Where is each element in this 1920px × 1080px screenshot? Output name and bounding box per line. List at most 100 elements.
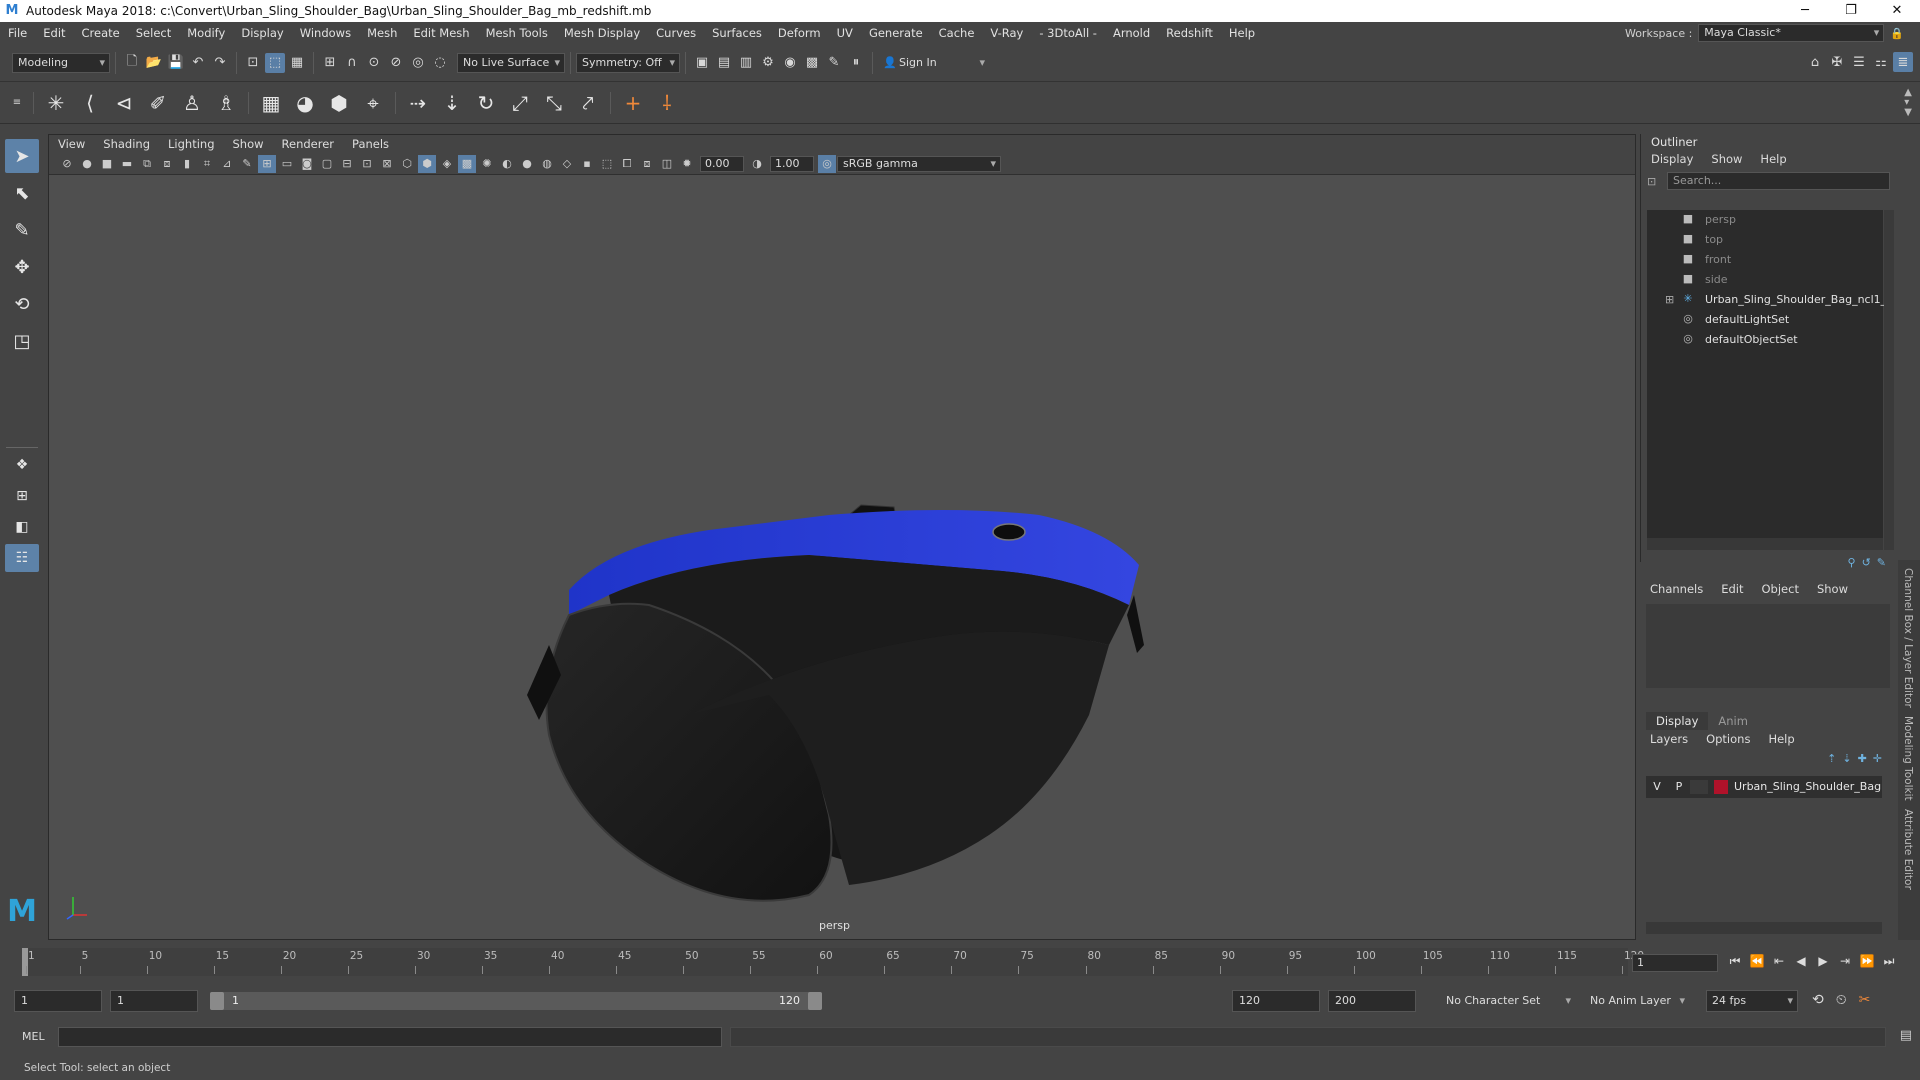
viewport-menu-panels[interactable]: Panels: [343, 135, 398, 153]
four-view-icon[interactable]: ⊞: [5, 482, 39, 510]
gamma-toggle-icon[interactable]: ◫: [658, 155, 676, 173]
step-forward-frame-icon[interactable]: ⇥: [1834, 954, 1856, 969]
menu-select[interactable]: Select: [128, 22, 179, 44]
sign-in-button[interactable]: 👤 Sign In: [878, 52, 990, 73]
xray-joints-icon[interactable]: ◈: [438, 155, 456, 173]
viewport-menu-renderer[interactable]: Renderer: [273, 135, 344, 153]
menu-generate[interactable]: Generate: [861, 22, 931, 44]
motion-blur-icon[interactable]: ◐: [498, 155, 516, 173]
menuset-dropdown[interactable]: Modeling: [12, 52, 110, 73]
delete-key-icon[interactable]: ⸸: [652, 88, 682, 118]
new-layer-selected-icon[interactable]: ✛: [1873, 752, 1882, 765]
range-bar[interactable]: 1 120: [210, 992, 822, 1010]
layer-menu-help[interactable]: Help: [1758, 730, 1802, 748]
snap-curve-icon[interactable]: ∩: [342, 53, 362, 73]
attribute-editor-icon[interactable]: ☰: [1849, 52, 1869, 72]
filter-icon[interactable]: ⊡: [1647, 175, 1667, 188]
viewport-menu-view[interactable]: View: [49, 135, 94, 153]
expand-icon[interactable]: ⊞: [1665, 290, 1674, 310]
ik-handle-icon[interactable]: ⟨: [75, 88, 105, 118]
lasso-tool-icon[interactable]: ⬉: [5, 176, 39, 210]
layer-menu-layers[interactable]: Layers: [1640, 730, 1696, 748]
play-forward-icon[interactable]: ▶: [1812, 954, 1834, 969]
constraint-orient-icon[interactable]: ↻: [471, 88, 501, 118]
lock-icon[interactable]: 🔒: [1890, 27, 1904, 40]
script-editor-icon[interactable]: ▤: [1900, 1028, 1912, 1043]
camera-attributes-icon[interactable]: ●: [78, 155, 96, 173]
range-start-handle[interactable]: [210, 992, 224, 1010]
constraint-aim-icon[interactable]: ⇢: [403, 88, 433, 118]
isolate-icon[interactable]: ▪: [578, 155, 596, 173]
list-item[interactable]: ■ side: [1647, 270, 1883, 290]
redo-icon[interactable]: ↷: [210, 53, 230, 73]
menu-uv[interactable]: UV: [829, 22, 861, 44]
channelbox-edit-icon[interactable]: ✎: [1877, 556, 1886, 569]
menu-vray[interactable]: V-Ray: [982, 22, 1031, 44]
select-component-icon[interactable]: ▦: [287, 53, 307, 73]
menu-arnold[interactable]: Arnold: [1105, 22, 1158, 44]
mel-input[interactable]: [58, 1027, 722, 1047]
constraint-scale-icon[interactable]: ⤢: [505, 88, 535, 118]
shelf-scroll-icon[interactable]: ▲ ▾ ▼: [1904, 88, 1912, 118]
grease-pencil-icon[interactable]: ✎: [238, 155, 256, 173]
color-management-icon[interactable]: ◎: [818, 154, 836, 173]
time-slider-track[interactable]: 1 5 10 15 20 25 30 35 40 45 50 55 60 65 70 75 80 85 90 95 10…: [22, 948, 1644, 976]
exposure-icon[interactable]: ✹: [678, 155, 696, 173]
save-scene-icon[interactable]: 💾: [166, 53, 186, 73]
shelf-menu-icon[interactable]: ≡: [7, 93, 27, 113]
layer-playback-toggle[interactable]: P: [1668, 776, 1690, 798]
wireframe-icon[interactable]: ▭: [278, 155, 296, 173]
cluster-icon[interactable]: ⌖: [358, 88, 388, 118]
joint-tool-icon[interactable]: ✳: [41, 88, 71, 118]
loop-icon[interactable]: ⟲: [1812, 992, 1824, 1008]
anim-layer-dropdown[interactable]: No Anim Layer: [1584, 990, 1690, 1012]
isolate-select-icon[interactable]: ⬡: [398, 155, 416, 173]
range-end-handle[interactable]: [808, 992, 822, 1010]
sculpt-icon[interactable]: ◕: [290, 88, 320, 118]
select-tool-icon[interactable]: ➤: [5, 139, 39, 173]
anim-prefs-icon[interactable]: ✂: [1859, 992, 1871, 1008]
layer-visibility-toggle[interactable]: V: [1646, 776, 1668, 798]
list-item[interactable]: ■ front: [1647, 250, 1883, 270]
channelbox-key-icon[interactable]: ⚲: [1848, 556, 1856, 569]
tool-settings-icon[interactable]: ⚏: [1871, 52, 1891, 72]
menu-help[interactable]: Help: [1221, 22, 1263, 44]
menu-surfaces[interactable]: Surfaces: [704, 22, 770, 44]
list-item[interactable]: ■ top: [1647, 230, 1883, 250]
grid-icon[interactable]: ⊞: [258, 154, 276, 173]
modeling-toolkit-icon[interactable]: ⌂: [1805, 52, 1825, 72]
pause-icon[interactable]: ⏸: [846, 53, 866, 73]
smooth-shade-icon[interactable]: ◙: [298, 155, 316, 173]
add-key-icon[interactable]: +: [618, 88, 648, 118]
quick-rig-icon[interactable]: ♗: [211, 88, 241, 118]
lattice-icon[interactable]: ▦: [256, 88, 286, 118]
current-frame-field[interactable]: 1: [1632, 954, 1718, 972]
scale-tool-icon[interactable]: ◳: [5, 324, 39, 358]
outliner-menu-help[interactable]: Help: [1750, 150, 1794, 168]
menu-display[interactable]: Display: [233, 22, 291, 44]
menu-windows[interactable]: Windows: [292, 22, 359, 44]
snap-surface-icon[interactable]: ◎: [408, 53, 428, 73]
list-item[interactable]: ■ persp: [1647, 210, 1883, 230]
menu-mesh[interactable]: Mesh: [359, 22, 405, 44]
resolution-gate-icon[interactable]: ⧈: [158, 155, 176, 173]
symmetry-dropdown[interactable]: Symmetry: Off: [576, 52, 680, 73]
menu-mesh-tools[interactable]: Mesh Tools: [478, 22, 556, 44]
go-to-end-icon[interactable]: ⏭: [1878, 954, 1900, 969]
outliner-menu-show[interactable]: Show: [1701, 150, 1750, 168]
ipr-render-icon[interactable]: ▥: [736, 53, 756, 73]
bag-model[interactable]: [49, 175, 1635, 939]
ik-spline-icon[interactable]: ⊲: [109, 88, 139, 118]
animation-start-field[interactable]: 1: [14, 990, 102, 1012]
tab-modeling-toolkit[interactable]: Modeling Toolkit: [1902, 716, 1914, 801]
safe-action-icon[interactable]: ⊿: [218, 155, 236, 173]
single-perspective-icon[interactable]: ❖: [5, 451, 39, 479]
layout-outliner-icon[interactable]: ☷: [5, 544, 39, 572]
viewport-menu-show[interactable]: Show: [224, 135, 273, 153]
paint-select-icon[interactable]: ✎: [5, 213, 39, 247]
auto-key-icon[interactable]: ⏲: [1836, 992, 1847, 1008]
shadows-icon[interactable]: ⊠: [378, 155, 396, 173]
live-surface-field[interactable]: No Live Surface: [457, 52, 565, 73]
camera-lock-icon[interactable]: ⧠: [618, 155, 636, 173]
multisample-icon[interactable]: ●: [518, 155, 536, 173]
